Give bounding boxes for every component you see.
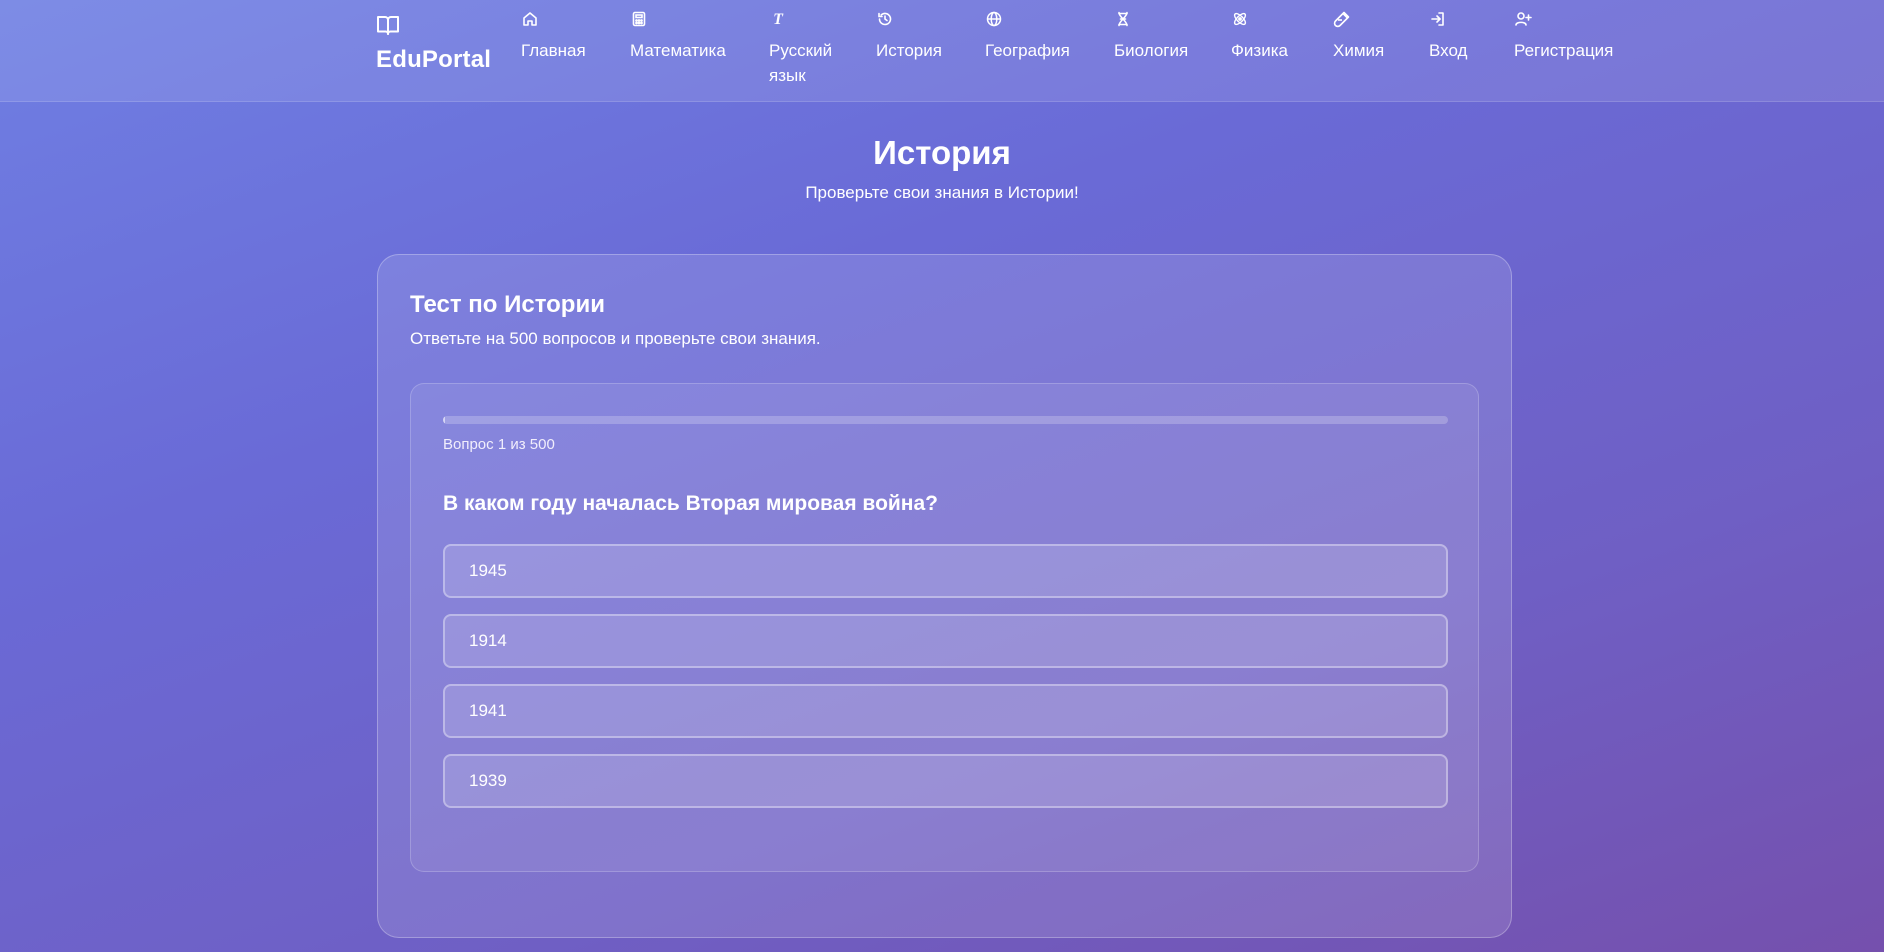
nav-label: История — [876, 41, 942, 60]
user-plus-icon — [1515, 12, 1532, 26]
quiz-card-subtitle: Ответьте на 500 вопросов и проверьте сво… — [410, 329, 821, 348]
question-counter: Вопрос 1 из 500 — [443, 436, 555, 453]
answer-option[interactable]: 1939 — [443, 754, 1448, 808]
question-text: В каком году началась Вторая мировая вой… — [443, 492, 938, 515]
quiz-card-title: Тест по Истории — [410, 291, 605, 318]
nav-label: География — [985, 41, 1070, 60]
globe-icon — [986, 11, 1002, 27]
nav-item-login[interactable]: Вход — [1429, 10, 1467, 63]
nav-label: Физика — [1231, 41, 1288, 60]
nav-item-geography[interactable]: География — [985, 10, 1070, 63]
nav-item-math[interactable]: Математика — [630, 10, 726, 63]
progress-fill — [443, 416, 445, 424]
calculator-icon — [632, 11, 646, 27]
answer-list: 1945 1914 1941 1939 — [443, 544, 1448, 824]
nav-item-chemistry[interactable]: Химия — [1333, 10, 1384, 63]
top-navigation-bar: EduPortal Главная Математика T Русский я… — [0, 0, 1884, 102]
progress-bar — [443, 416, 1448, 424]
login-icon — [1431, 12, 1444, 26]
nav-label: Вход — [1429, 41, 1468, 60]
main-nav: Главная Математика T Русский язык Истори… — [0, 0, 1884, 102]
nav-label: Регистрация — [1514, 41, 1614, 60]
nav-item-history[interactable]: История — [876, 10, 942, 63]
quiz-card: Тест по Истории Ответьте на 500 вопросов… — [377, 254, 1512, 938]
nav-label: Русский язык — [769, 41, 833, 85]
nav-item-russian[interactable]: T Русский язык — [769, 10, 849, 88]
nav-item-biology[interactable]: Биология — [1114, 10, 1188, 63]
quiz-panel: Вопрос 1 из 500 В каком году началась Вт… — [410, 383, 1479, 872]
nav-label: Химия — [1333, 41, 1385, 60]
flask-icon — [1333, 11, 1350, 28]
svg-text:T: T — [773, 11, 784, 28]
nav-item-register[interactable]: Регистрация — [1514, 10, 1613, 63]
answer-option[interactable]: 1941 — [443, 684, 1448, 738]
answer-option[interactable]: 1945 — [443, 544, 1448, 598]
text-t-icon: T — [773, 11, 784, 28]
home-icon — [523, 12, 537, 26]
atom-icon — [1233, 12, 1247, 26]
answer-option[interactable]: 1914 — [443, 614, 1448, 668]
history-clock-icon — [878, 12, 892, 26]
nav-item-physics[interactable]: Физика — [1231, 10, 1288, 63]
nav-item-home[interactable]: Главная — [521, 10, 586, 63]
nav-label: Главная — [521, 41, 586, 60]
nav-label: Математика — [630, 41, 726, 60]
nav-label: Биология — [1114, 41, 1189, 60]
page-title: История — [873, 134, 1011, 171]
page-subtitle: Проверьте свои знания в Истории! — [805, 183, 1079, 202]
dna-icon — [1118, 11, 1128, 27]
